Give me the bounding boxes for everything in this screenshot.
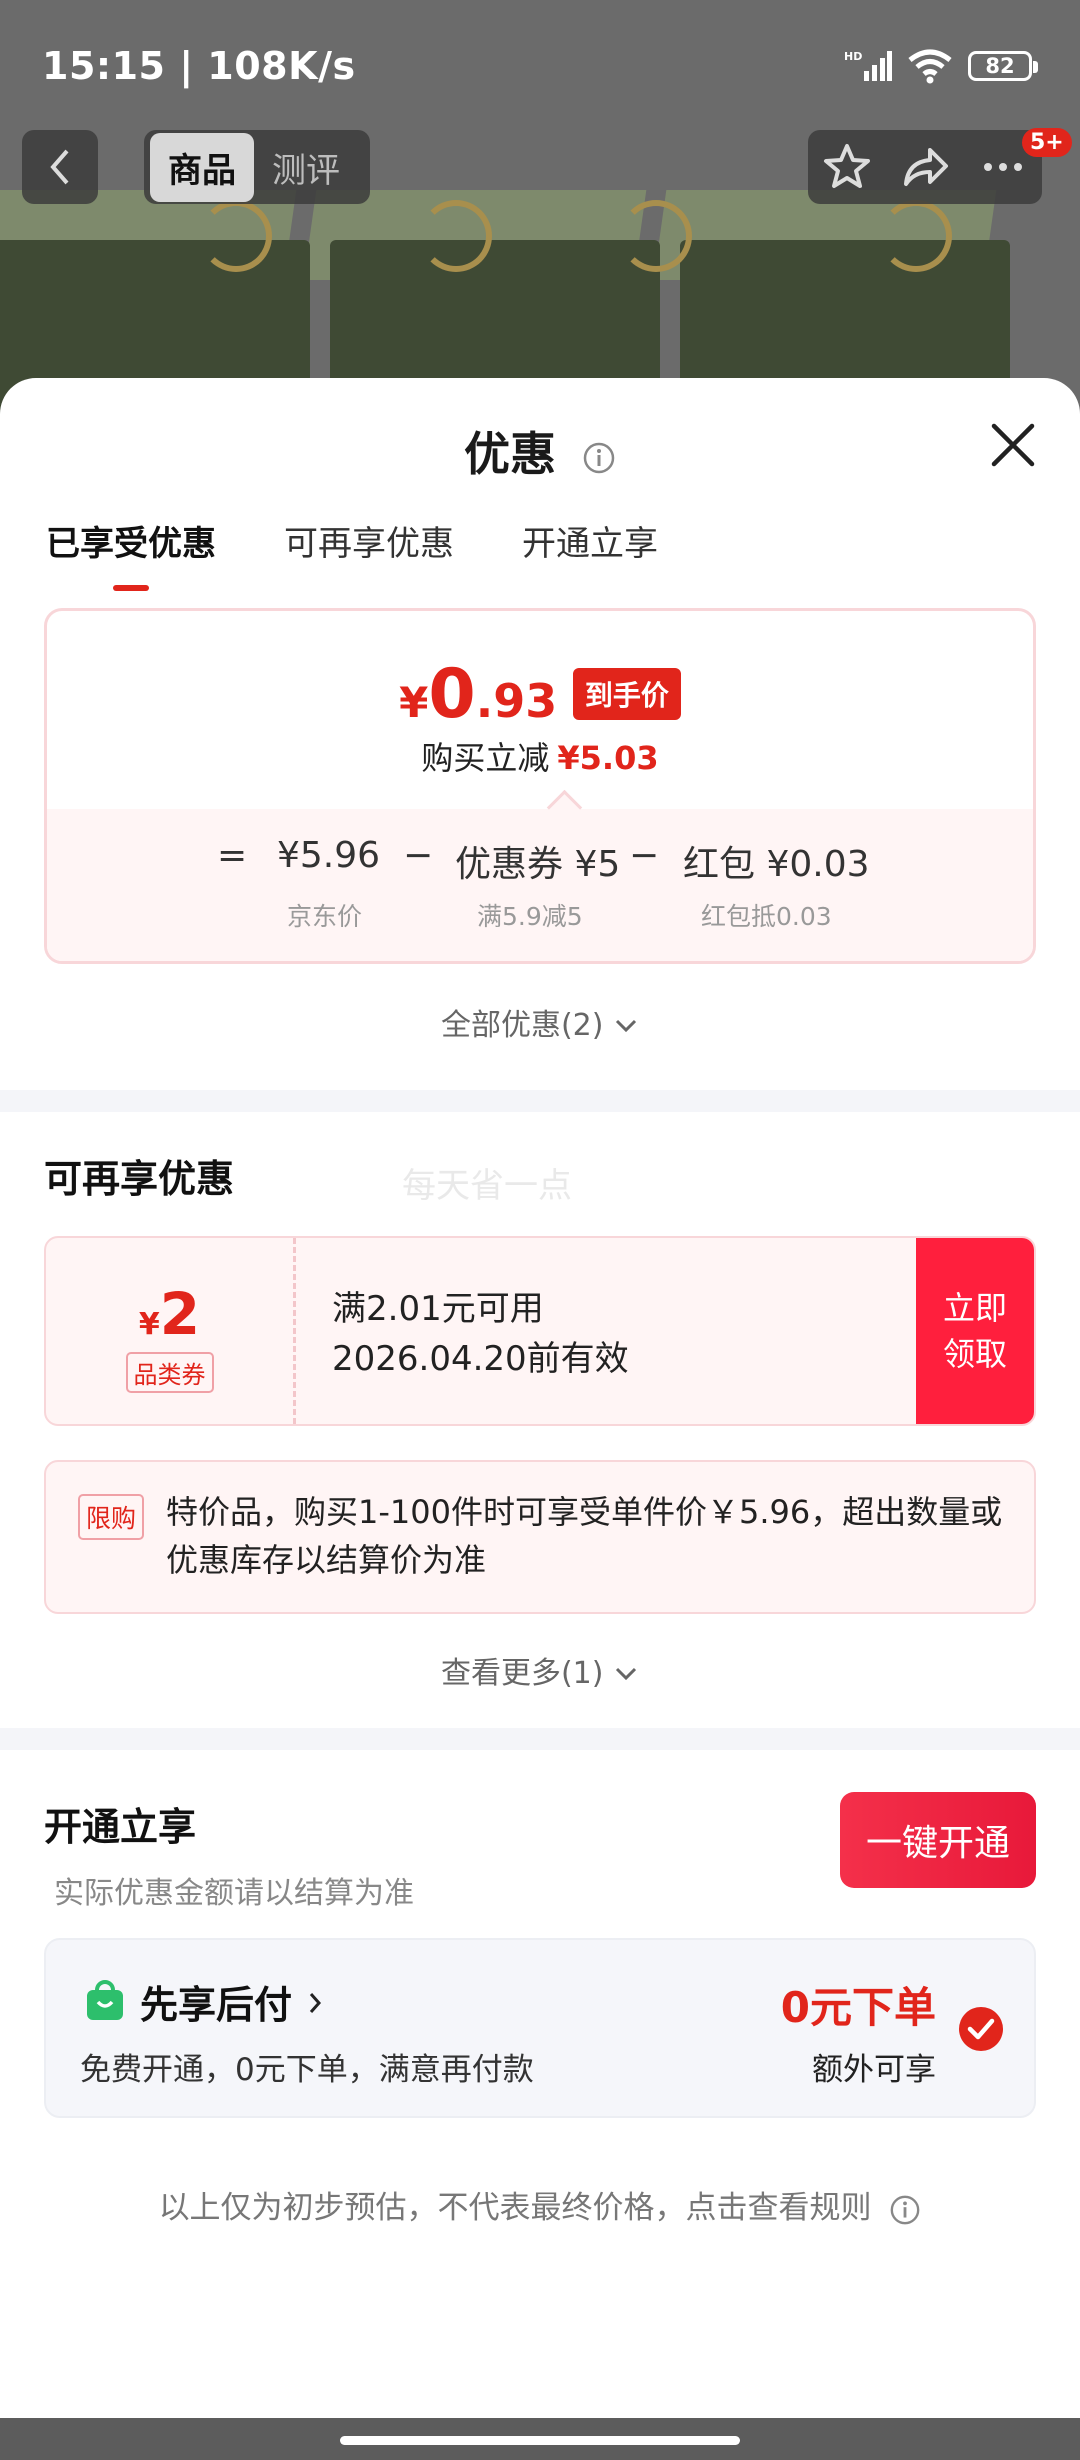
coupon-deduction: 优惠券 ¥5 bbox=[455, 844, 621, 885]
watermark-text: 每天省一点 bbox=[402, 1166, 572, 1206]
final-price-tag: 到手价 bbox=[572, 668, 681, 720]
signal-icon: HD bbox=[844, 50, 892, 81]
sheet-title: 优惠 bbox=[463, 427, 556, 481]
close-icon[interactable] bbox=[988, 420, 1038, 470]
svg-text:HD: HD bbox=[844, 50, 862, 63]
info-icon bbox=[891, 2195, 920, 2224]
more-icon[interactable] bbox=[978, 142, 1028, 192]
battery-indicator: 82 bbox=[968, 51, 1038, 81]
see-more-toggle[interactable]: 查看更多(1) bbox=[0, 1648, 1080, 1692]
checkmark-icon[interactable] bbox=[958, 2006, 1004, 2052]
coupon-amount: 2 bbox=[159, 1280, 201, 1348]
section-divider bbox=[0, 1728, 1080, 1750]
minus-sign: − bbox=[629, 835, 660, 876]
redpacket-label: 红包抵0.03 bbox=[701, 902, 832, 931]
pay-later-extra: 额外可享 bbox=[812, 2052, 936, 2088]
coupon-currency: ¥ bbox=[138, 1307, 160, 1342]
info-icon[interactable] bbox=[582, 441, 616, 475]
tab-enjoyed[interactable]: 已享受优惠 bbox=[46, 516, 216, 591]
saving-line: 购买立减 ¥5.03 bbox=[47, 733, 1033, 779]
minus-sign: − bbox=[403, 835, 434, 876]
claim-label-line2: 领取 bbox=[942, 1335, 1007, 1373]
price-integer: 0 bbox=[428, 655, 476, 734]
product-review-switch: 商品 测评 bbox=[144, 130, 370, 204]
sheet-header: 优惠 bbox=[0, 418, 1080, 484]
final-price: ¥0.93 到手价 bbox=[47, 655, 1033, 734]
discount-sheet: 优惠 已享受优惠 可再享优惠 开通立享 ¥0.93 到手价 购买立减 ¥5.03 … bbox=[0, 378, 1080, 2418]
price-breakdown: = ¥5.96 − 优惠券 ¥5 − 红包 ¥0.03 京东价 满5.9减5 红… bbox=[47, 809, 1033, 961]
purchase-limit-notice: 限购 特价品，购买1-100件时可享受单件价￥5.96，超出数量或优惠库存以结算… bbox=[44, 1460, 1036, 1614]
nav-actions bbox=[808, 130, 1042, 204]
limit-text: 特价品，购买1-100件时可享受单件价￥5.96，超出数量或优惠库存以结算价为准 bbox=[166, 1493, 1003, 1579]
discount-tabs: 已享受优惠 可再享优惠 开通立享 bbox=[46, 516, 658, 591]
chevron-right-icon bbox=[310, 1993, 322, 2013]
home-indicator[interactable] bbox=[340, 2436, 740, 2445]
limit-tag: 限购 bbox=[78, 1494, 145, 1540]
open-enjoy-subtitle: 实际优惠金额请以结算为准 bbox=[54, 1876, 414, 1911]
one-click-open-button[interactable]: 一键开通 bbox=[840, 1792, 1036, 1888]
disclaimer-text: 以上仅为初步预估，不代表最终价格，点击查看规则 bbox=[158, 2190, 872, 2226]
equals-sign: = bbox=[217, 835, 248, 876]
chevron-left-icon bbox=[50, 149, 69, 185]
jd-price-label: 京东价 bbox=[287, 902, 363, 931]
product-top-nav: 商品 测评 5+ bbox=[0, 128, 1080, 210]
category-coupon-card: ¥2 品类券 满2.01元可用 2026.04.20前有效 立即领取 bbox=[44, 1236, 1036, 1426]
redpacket-deduction: 红包 ¥0.03 bbox=[683, 844, 870, 885]
status-bar: 15:15 | 108K/s HD 82 bbox=[0, 0, 1080, 130]
status-time: 15:15 | 108K/s bbox=[42, 44, 356, 88]
pay-later-title: 先享后付 bbox=[140, 1983, 293, 2027]
jd-price: ¥5.96 bbox=[277, 835, 381, 876]
chevron-down-icon bbox=[615, 1667, 637, 1681]
more-discounts-title: 可再享优惠 bbox=[44, 1157, 235, 1201]
pay-later-zero: 0元下单 bbox=[780, 1983, 936, 2032]
pay-later-desc: 免费开通，0元下单，满意再付款 bbox=[80, 2052, 534, 2088]
coupon-label: 满5.9减5 bbox=[477, 902, 583, 931]
shopping-bag-icon bbox=[87, 1980, 123, 2020]
rules-disclaimer[interactable]: 以上仅为初步预估，不代表最终价格，点击查看规则 bbox=[0, 2182, 1080, 2227]
tab-product[interactable]: 商品 bbox=[150, 132, 254, 202]
star-icon[interactable] bbox=[822, 142, 872, 192]
see-more-label: 查看更多(1) bbox=[440, 1656, 604, 1691]
open-enjoy-title: 开通立享 bbox=[44, 1805, 197, 1849]
message-badge: 5+ bbox=[1022, 128, 1072, 157]
price-decimal: .93 bbox=[475, 674, 558, 728]
coupon-expiry: 2026.04.20前有效 bbox=[332, 1339, 629, 1379]
coupon-details: 满2.01元可用 2026.04.20前有效 bbox=[332, 1284, 629, 1384]
tab-open-enjoy[interactable]: 开通立享 bbox=[522, 516, 658, 565]
coupon-type-badge: 品类券 bbox=[125, 1352, 214, 1393]
coupon-amount-block: ¥2 品类券 bbox=[46, 1238, 296, 1424]
share-icon[interactable] bbox=[900, 142, 950, 192]
coupon-condition: 满2.01元可用 bbox=[332, 1289, 544, 1329]
tab-review[interactable]: 测评 bbox=[254, 133, 358, 202]
saving-amount: ¥5.03 bbox=[557, 739, 659, 777]
all-discounts-toggle[interactable]: 全部优惠(2) bbox=[0, 1000, 1080, 1044]
pay-later-card[interactable]: 先享后付 免费开通，0元下单，满意再付款 0元下单 额外可享 bbox=[44, 1938, 1036, 2118]
wifi-icon bbox=[908, 49, 952, 84]
chevron-down-icon bbox=[615, 1019, 637, 1033]
section-divider bbox=[0, 1090, 1080, 1112]
price-summary-card: ¥0.93 到手价 购买立减 ¥5.03 = ¥5.96 − 优惠券 ¥5 − 红… bbox=[44, 608, 1036, 964]
currency-symbol: ¥ bbox=[399, 678, 429, 727]
all-discounts-label: 全部优惠(2) bbox=[440, 1008, 604, 1043]
saving-label: 购买立减 bbox=[421, 739, 550, 777]
back-button[interactable] bbox=[22, 130, 98, 204]
claim-coupon-button[interactable]: 立即 领取 bbox=[916, 1238, 1034, 1424]
pay-later-title-row: 先享后付 bbox=[140, 1974, 325, 2029]
claim-label-line1: 立即 bbox=[942, 1289, 1007, 1327]
tab-more-available[interactable]: 可再享优惠 bbox=[284, 516, 454, 565]
